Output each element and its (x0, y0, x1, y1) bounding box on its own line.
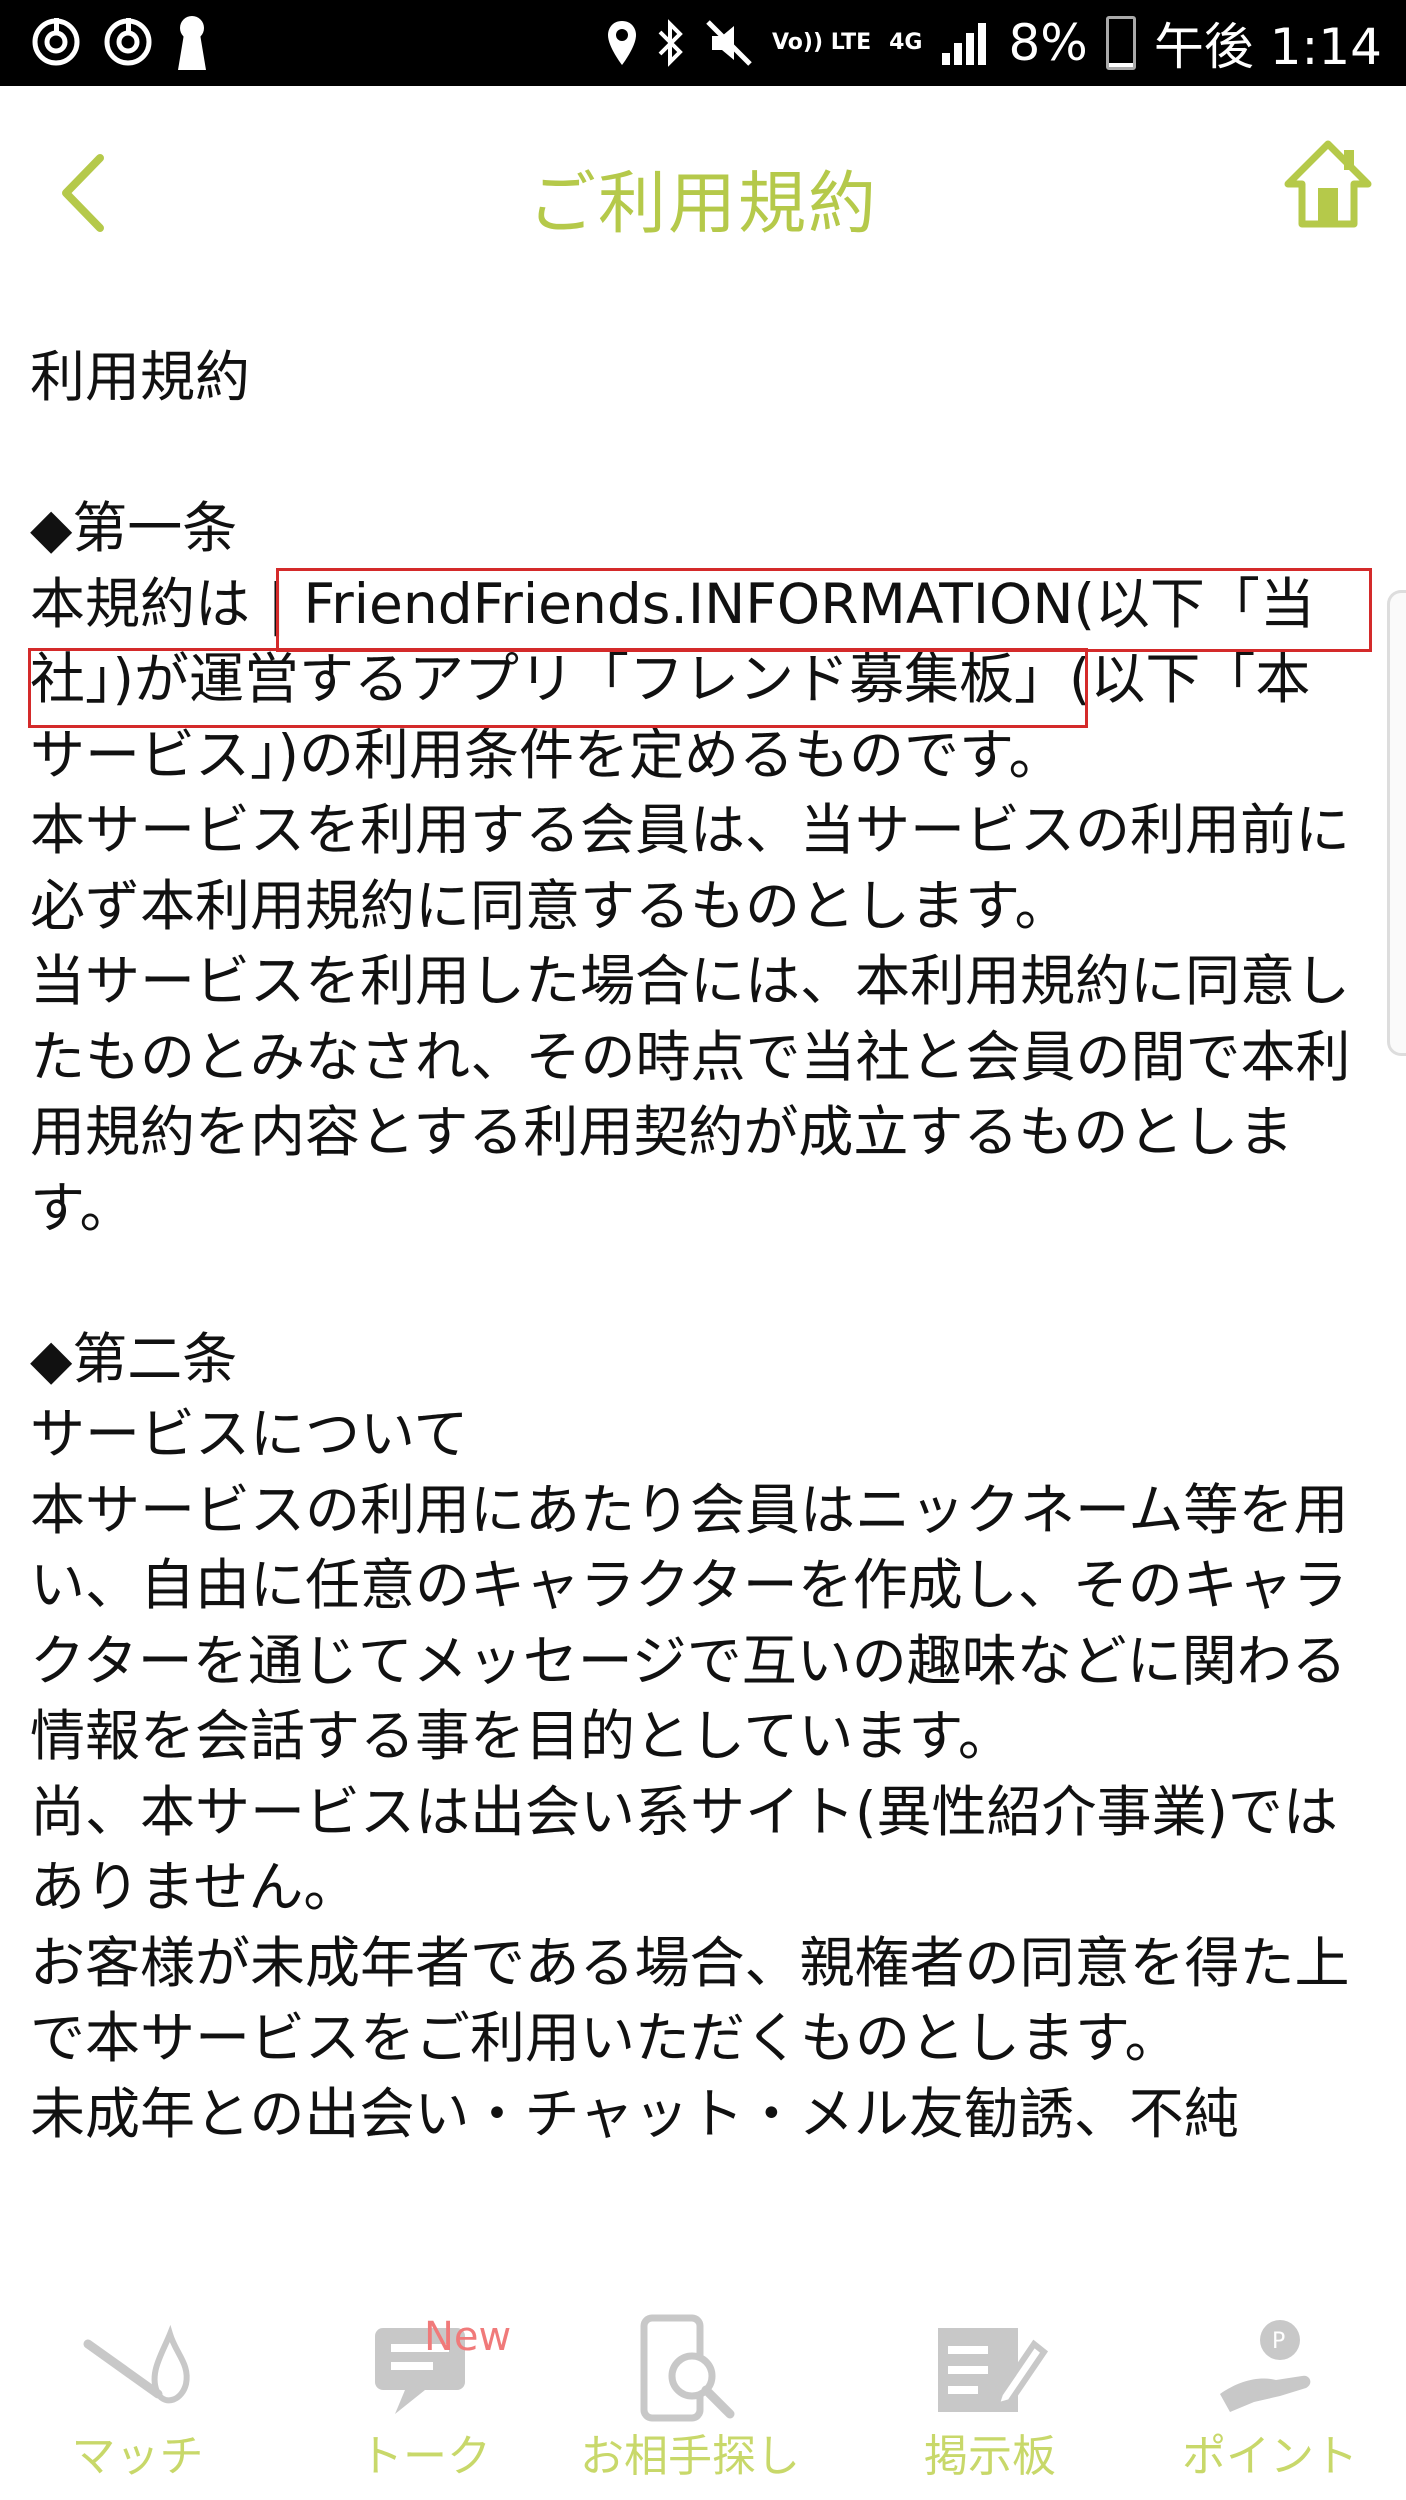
battery-icon (1105, 16, 1136, 70)
status-bar: Vo)) LTE 4G 8% 午後 1:14 (0, 0, 1406, 86)
volte-indicator: Vo)) LTE (771, 30, 872, 55)
article-2-subheading: サービスについて (30, 1402, 469, 1466)
clock: 午後 1:14 (1153, 18, 1382, 76)
bluetooth-icon (658, 19, 683, 67)
terms-heading: 利用規約 (30, 345, 251, 409)
nav-label: 掲示板 (924, 2431, 1056, 2482)
article-1-heading: ◆第一条 (30, 496, 238, 560)
article-1-paragraph: 本サービスを利用する会員は、当サービスの利用前に必ず本利用規約に同意するものとし… (30, 798, 1351, 938)
keyhole-icon (178, 16, 206, 70)
highlight-box (28, 648, 1088, 728)
nav-item-talk[interactable]: トーク (295, 2264, 555, 2500)
sync-icon (104, 18, 152, 66)
svg-text:P: P (1272, 2329, 1285, 2354)
new-badge: New (424, 2314, 512, 2360)
home-button[interactable] (1280, 136, 1376, 232)
sync-icon (32, 18, 80, 66)
mute-icon (706, 20, 752, 66)
nav-label: ポイント (1182, 2431, 1358, 2482)
system-status: Vo)) LTE 4G 8% 午後 1:14 (606, 0, 1382, 86)
point-icon: P (1220, 2320, 1311, 2412)
nav-label: トーク (359, 2431, 491, 2482)
article-2-paragraph: 本サービスの利用にあたり会員はニックネーム等を用い、自由に任意のキャラクターを作… (30, 1477, 1349, 1769)
article-1-paragraph: 当サービスを利用した場合には、本利用規約に同意したものとみなされ、その時点で当社… (30, 949, 1351, 1240)
nav-label: お相手探し (580, 2431, 800, 2482)
nav-label: マッチ (71, 2431, 204, 2482)
board-icon (938, 2328, 1049, 2412)
signal-icon (942, 23, 987, 65)
notification-icons (30, 14, 210, 70)
scrollbar-thumb[interactable] (1387, 590, 1406, 1056)
article-2-paragraph: 尚、本サービスは出会い系サイト(異性紹介事業)ではありません。 (30, 1779, 1338, 1920)
app-header: ご利用規約 (0, 86, 1406, 296)
nav-item-search-partner[interactable]: お相手探し (580, 2264, 800, 2500)
bottom-navigation: マッチ トーク New お相手探し 掲示板 P ポイント (0, 2264, 1406, 2500)
battery-percent: 8% (1008, 14, 1088, 72)
highlight-box (276, 568, 1372, 652)
network-4g-indicator: 4G (889, 30, 923, 55)
nav-item-points[interactable]: P ポイント (1150, 2264, 1390, 2500)
match-icon (83, 2324, 190, 2404)
article-2-paragraph: お客様が未成年者である場合、親権者の同意を得た上で本サービスをご利用いただくもの… (30, 1930, 1350, 2071)
battery-level (1108, 63, 1133, 67)
article-2-heading: ◆第二条 (30, 1326, 238, 1391)
home-icon (1284, 140, 1372, 228)
page-title: ご利用規約 (527, 165, 878, 244)
location-icon (607, 21, 636, 65)
nav-item-board[interactable]: 掲示板 (880, 2264, 1100, 2500)
article-2-paragraph: 未成年との出会い・チャット・メル友勧誘、不純 (30, 2081, 1239, 2146)
search-phone-icon (640, 2314, 735, 2422)
nav-item-match[interactable]: マッチ (10, 2264, 265, 2500)
